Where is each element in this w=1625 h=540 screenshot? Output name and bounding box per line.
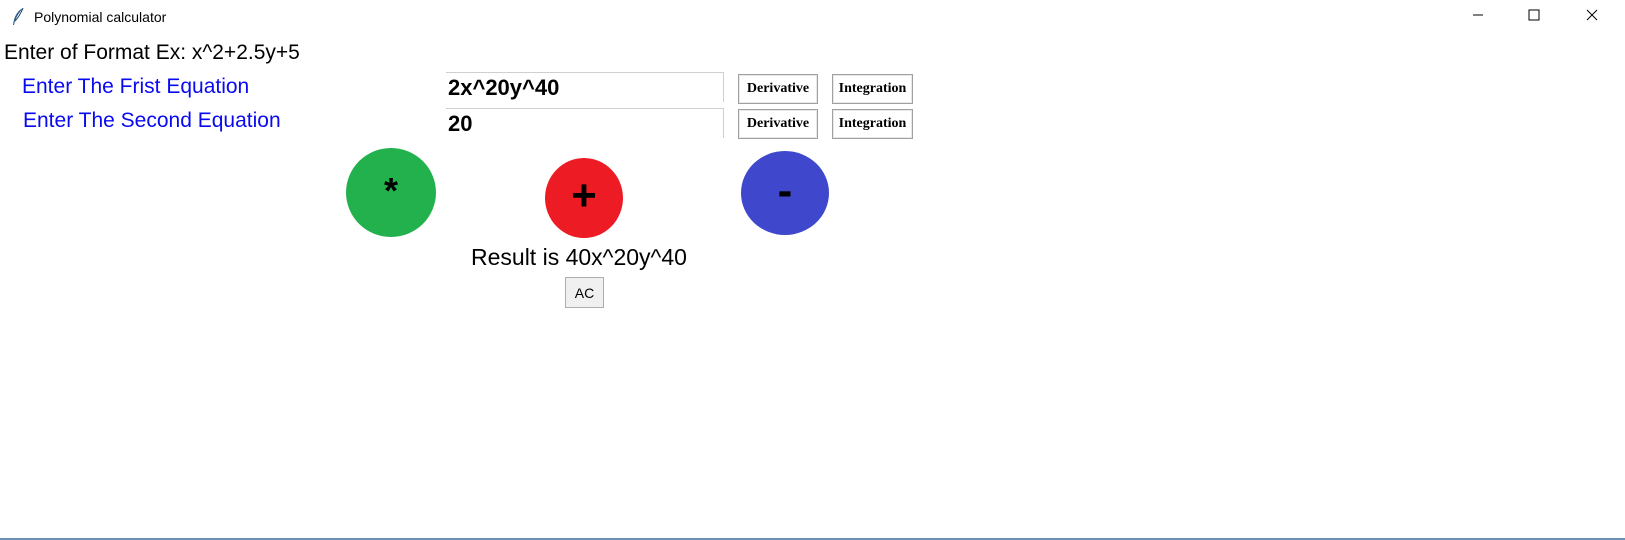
first-equation-input[interactable] [446, 72, 724, 102]
maximize-button[interactable] [1511, 0, 1557, 34]
first-derivative-button[interactable]: Derivative [738, 74, 818, 104]
first-equation-label: Enter The Frist Equation [22, 75, 250, 98]
clear-all-button[interactable]: AC [565, 277, 604, 308]
title-bar: Polynomial calculator [0, 0, 1625, 34]
add-symbol: + [571, 171, 597, 220]
minimize-button[interactable] [1455, 0, 1501, 34]
multiply-button[interactable]: * [346, 148, 436, 237]
window-title: Polynomial calculator [34, 9, 167, 25]
multiply-symbol: * [383, 169, 398, 211]
minimize-icon [1472, 8, 1484, 26]
second-derivative-button[interactable]: Derivative [738, 109, 818, 139]
feather-icon [11, 7, 25, 27]
format-hint: Enter of Format Ex: x^2+2.5y+5 [4, 41, 300, 64]
subtract-symbol: - [777, 166, 793, 215]
add-button[interactable]: + [545, 158, 623, 238]
result-text: Result is 40x^20y^40 [471, 244, 687, 270]
app-window: Polynomial calculator Enter of Format Ex… [0, 0, 1625, 540]
maximize-icon [1528, 8, 1540, 26]
first-integration-button[interactable]: Integration [832, 74, 913, 104]
second-integration-button[interactable]: Integration [832, 109, 913, 139]
second-equation-label: Enter The Second Equation [23, 109, 281, 132]
subtract-button[interactable]: - [741, 151, 829, 235]
second-equation-input[interactable] [446, 108, 724, 138]
close-icon [1586, 8, 1598, 26]
close-button[interactable] [1569, 0, 1615, 34]
